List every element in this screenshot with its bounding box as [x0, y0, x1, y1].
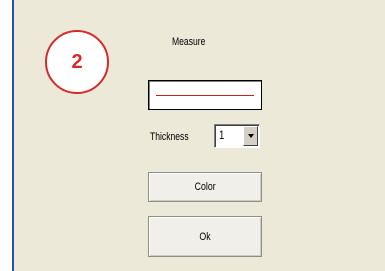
thickness-label: Thickness	[150, 131, 189, 143]
color-button[interactable]: Color	[148, 172, 262, 202]
chevron-down-icon[interactable]	[243, 126, 258, 146]
step-number-badge: 2	[45, 30, 109, 94]
thickness-select[interactable]: 1	[214, 124, 260, 148]
thickness-value: 1	[219, 128, 225, 142]
ok-button-label: Ok	[199, 230, 211, 243]
line-sample	[156, 95, 254, 96]
line-preview	[148, 80, 262, 110]
step-number: 2	[71, 50, 83, 73]
ok-button[interactable]: Ok	[148, 216, 262, 257]
left-border	[0, 0, 14, 271]
color-button-label: Color	[194, 181, 216, 193]
dialog-title: Measure	[172, 36, 206, 48]
